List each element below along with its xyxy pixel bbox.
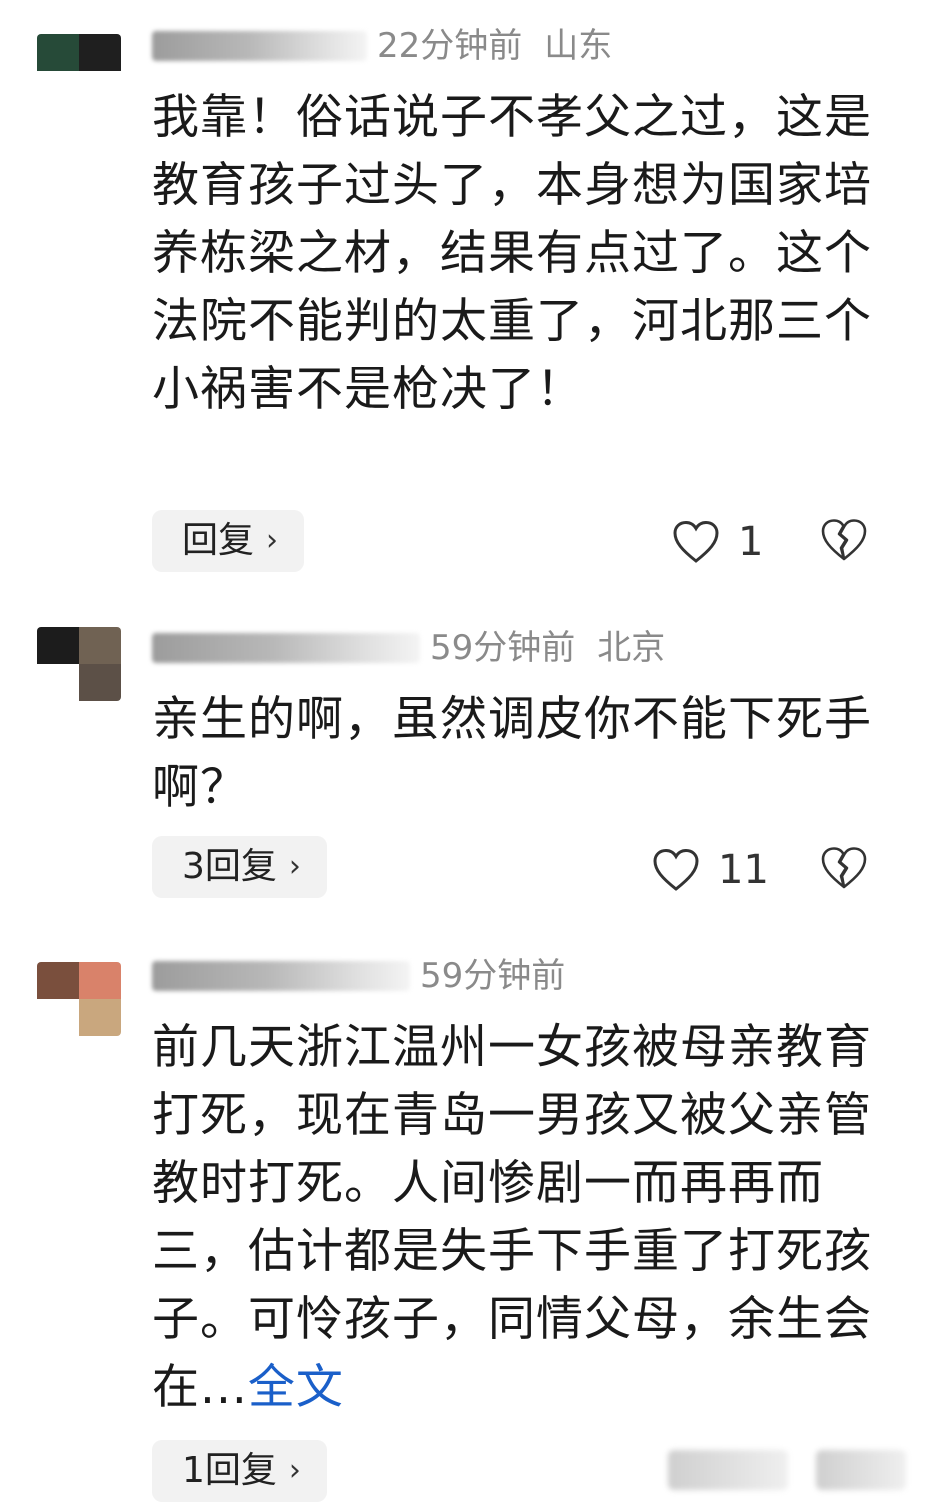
comment-location: 北京 (597, 628, 666, 668)
broken-heart-icon[interactable] (819, 515, 869, 565)
comment-time: 22分钟前 (377, 26, 523, 66)
comment-text-body: 前几天浙江温州一女孩被母亲教育打死，现在青岛一男孩又被父亲管教时打死。人间惨剧一… (152, 1020, 872, 1415)
comment-time: 59分钟前 (420, 956, 566, 996)
heart-outline-icon (673, 520, 719, 563)
username-blurred[interactable] (152, 961, 410, 991)
comment-text-body: 亲生的啊，虽然调皮你不能下死手啊？ (152, 692, 872, 815)
comment-text: 亲生的啊，虽然调皮你不能下死手啊？ (152, 686, 882, 822)
comment-list: 22分钟前 山东 我靠！俗话说子不孝父之过，这是教育孩子过头了，本身想为国家培养… (0, 0, 926, 1509)
comment-text-body: 我靠！俗话说子不孝父之过，这是教育孩子过头了，本身想为国家培养栋梁之材，结果有点… (152, 90, 872, 417)
chevron-right-icon: › (266, 523, 279, 558)
comment-meta: 59分钟前 北京 (152, 624, 665, 672)
reply-button[interactable]: 3回复 › (152, 836, 327, 898)
reply-label: 回复 (182, 520, 255, 561)
comment-text: 前几天浙江温州一女孩被母亲教育打死，现在青岛一男孩又被父亲管教时打死。人间惨剧一… (152, 1014, 882, 1422)
comment-time: 59分钟前 (430, 628, 576, 668)
avatar[interactable] (37, 962, 121, 1036)
avatar[interactable] (37, 627, 121, 701)
username-blurred[interactable] (152, 633, 420, 663)
expand-full-text-link[interactable]: 全文 (248, 1360, 344, 1415)
heart-outline-icon (653, 848, 699, 891)
reply-button[interactable]: 1回复 › (152, 1440, 327, 1502)
reply-label: 1回复 (182, 1450, 277, 1491)
like-count: 1 (738, 519, 764, 565)
avatar[interactable] (37, 34, 121, 108)
broken-heart-icon[interactable] (816, 1450, 906, 1490)
comment-location: 山东 (544, 26, 613, 66)
chevron-right-icon: › (288, 849, 301, 884)
reply-label: 3回复 (182, 846, 277, 887)
comment-text: 我靠！俗话说子不孝父之过，这是教育孩子过头了，本身想为国家培养栋梁之材，结果有点… (152, 84, 882, 424)
like-button[interactable] (668, 1450, 788, 1490)
like-count: 11 (718, 847, 769, 893)
like-button[interactable]: 1 (672, 512, 763, 572)
reply-button[interactable]: 回复 › (152, 510, 305, 572)
comment-meta: 22分钟前 山东 (152, 22, 612, 70)
username-blurred[interactable] (152, 31, 367, 61)
like-button[interactable]: 11 (652, 840, 769, 900)
comment-meta: 59分钟前 (152, 952, 587, 1000)
chevron-right-icon: › (288, 1453, 301, 1488)
broken-heart-icon[interactable] (819, 843, 869, 893)
